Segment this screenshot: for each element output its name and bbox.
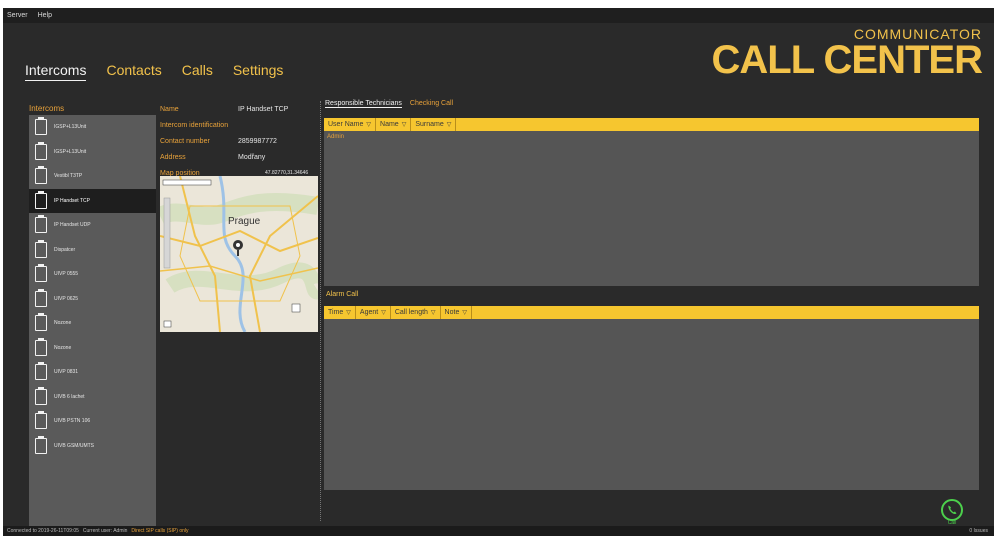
list-item-label: Vestibl T3TP: [54, 173, 83, 180]
intercom-icon: [35, 411, 47, 430]
brand-logo: COMMUNICATOR CALL CENTER: [711, 26, 983, 82]
filter-icon[interactable]: ▽: [462, 309, 467, 316]
intercom-icon: [35, 141, 47, 160]
intercom-icon: [35, 166, 47, 185]
list-item[interactable]: Dispatcer: [29, 238, 156, 263]
list-item-label: Nozone: [54, 344, 72, 351]
intercom-icon: [35, 215, 47, 234]
list-item[interactable]: Nozone: [29, 311, 156, 336]
ident-label: Intercom identification: [160, 121, 229, 129]
list-item-label: IP Handset UDP: [54, 222, 91, 229]
intercom-icon: [35, 190, 47, 209]
filter-icon[interactable]: ▽: [402, 121, 407, 128]
list-item-label: UIVP 0625: [54, 295, 79, 302]
filter-icon[interactable]: ▽: [431, 309, 436, 316]
list-item-label: UIVP 0831: [54, 369, 79, 376]
intercom-icon: [35, 288, 47, 307]
list-item-label: UIVP 0555: [54, 271, 79, 278]
intercom-icon: [35, 264, 47, 283]
intercom-icon: [35, 386, 47, 405]
col-surname[interactable]: Surname ▽: [411, 118, 457, 131]
list-item[interactable]: IP Handset UDP: [29, 213, 156, 238]
list-item[interactable]: IGSP+L13Unit: [29, 115, 156, 140]
list-item[interactable]: UIVP 0625: [29, 287, 156, 312]
alarm-call-title: Alarm Call: [326, 291, 359, 298]
tab-contacts[interactable]: Contacts: [106, 62, 161, 81]
filter-icon[interactable]: ▽: [381, 309, 386, 316]
menu-bar: Server Help: [3, 8, 994, 23]
intercom-details: Name IP Handset TCP Intercom identificati…: [160, 101, 320, 181]
filter-icon[interactable]: ▽: [447, 121, 452, 128]
intercom-icon: [35, 362, 47, 381]
list-item-label: IP Handset TCP: [54, 197, 90, 204]
list-item-label: UIVB 6 lachet: [54, 393, 85, 400]
list-item-label: Nozone: [54, 320, 72, 327]
list-item[interactable]: UIVB GSM/UMTS: [29, 434, 156, 459]
call-button[interactable]: [940, 498, 964, 522]
contact-label: Contact number: [160, 137, 210, 145]
intercom-icon: [35, 337, 47, 356]
panel-splitter[interactable]: [320, 101, 323, 521]
col-time[interactable]: Time ▽: [324, 306, 356, 319]
col-call-length[interactable]: Call length ▽: [391, 306, 441, 319]
tab-settings[interactable]: Settings: [233, 62, 284, 81]
list-item-label: UIVB GSM/UMTS: [54, 442, 95, 449]
status-link[interactable]: Direct SIP calls (SIP) only: [131, 528, 188, 534]
menu-server[interactable]: Server: [7, 12, 28, 19]
address-value: Modřany: [238, 153, 266, 161]
intercoms-list: IGSP+L13Unit IGSP+L13Unit Vestibl T3TP I…: [29, 115, 156, 526]
tab-checking-call[interactable]: Checking Call: [410, 100, 453, 108]
col-note[interactable]: Note ▽: [441, 306, 472, 319]
status-user: Current user: Admin: [82, 528, 128, 534]
list-item[interactable]: IGSP+L13Unit: [29, 140, 156, 165]
filter-icon[interactable]: ▽: [366, 121, 371, 128]
list-item[interactable]: UIVB 6 lachet: [29, 385, 156, 410]
list-item-label: Dispatcer: [54, 246, 76, 253]
list-item[interactable]: Nozone: [29, 336, 156, 361]
intercom-icon: [35, 435, 47, 454]
app-window: Server Help COMMUNICATOR CALL CENTER Int…: [3, 8, 994, 536]
list-item[interactable]: Vestibl T3TP: [29, 164, 156, 189]
status-issues: 0 Issues: [969, 528, 988, 534]
intercom-icon: [35, 117, 47, 136]
list-item-label: IGSP+L13Unit: [54, 148, 87, 155]
status-bar: Connected to 2019-26-11T09:05 Current us…: [3, 526, 994, 536]
list-item[interactable]: UIVP 0831: [29, 360, 156, 385]
table-row[interactable]: Admin: [324, 131, 979, 143]
tab-responsible-technicians[interactable]: Responsible Technicians: [325, 100, 402, 108]
tab-intercoms[interactable]: Intercoms: [25, 62, 87, 81]
address-label: Address: [160, 153, 186, 161]
tab-calls[interactable]: Calls: [182, 62, 213, 81]
list-item-label: UIVB PSTN 106: [54, 418, 91, 425]
name-label: Name: [160, 105, 179, 113]
list-item[interactable]: UIVB PSTN 106: [29, 409, 156, 434]
technicians-table: User Name ▽ Name ▽ Surname ▽ Admin: [324, 118, 979, 286]
status-connected: Connected to 2019-26-11T09:05: [7, 528, 79, 534]
list-item-label: IGSP+L13Unit: [54, 124, 87, 131]
technicians-header: User Name ▽ Name ▽ Surname ▽: [324, 118, 979, 131]
col-agent[interactable]: Agent ▽: [356, 306, 391, 319]
name-value: IP Handset TCP: [238, 105, 289, 113]
map-city-label: Prague: [228, 216, 261, 227]
intercom-icon: [35, 239, 47, 258]
map-graphic: Prague: [160, 176, 318, 332]
intercoms-list-title: Intercoms: [29, 104, 65, 113]
col-username[interactable]: User Name ▽: [324, 118, 377, 131]
map-view[interactable]: Prague: [160, 176, 318, 332]
alarm-header: Time ▽ Agent ▽ Call length ▽ Note ▽: [324, 306, 979, 319]
col-name[interactable]: Name ▽: [376, 118, 412, 131]
intercom-icon: [35, 313, 47, 332]
filter-icon[interactable]: ▽: [346, 309, 351, 316]
main-nav: Intercoms Contacts Calls Settings: [25, 62, 283, 81]
contact-value: 2859987772: [238, 137, 277, 145]
alarm-table: Time ▽ Agent ▽ Call length ▽ Note ▽: [324, 306, 979, 490]
list-item[interactable]: UIVP 0555: [29, 262, 156, 287]
phone-icon: [941, 499, 963, 521]
right-tabs: Responsible Technicians Checking Call: [325, 100, 453, 108]
menu-help[interactable]: Help: [38, 12, 52, 19]
brand-line2: CALL CENTER: [711, 38, 983, 82]
list-item-selected[interactable]: IP Handset TCP: [29, 188, 156, 213]
